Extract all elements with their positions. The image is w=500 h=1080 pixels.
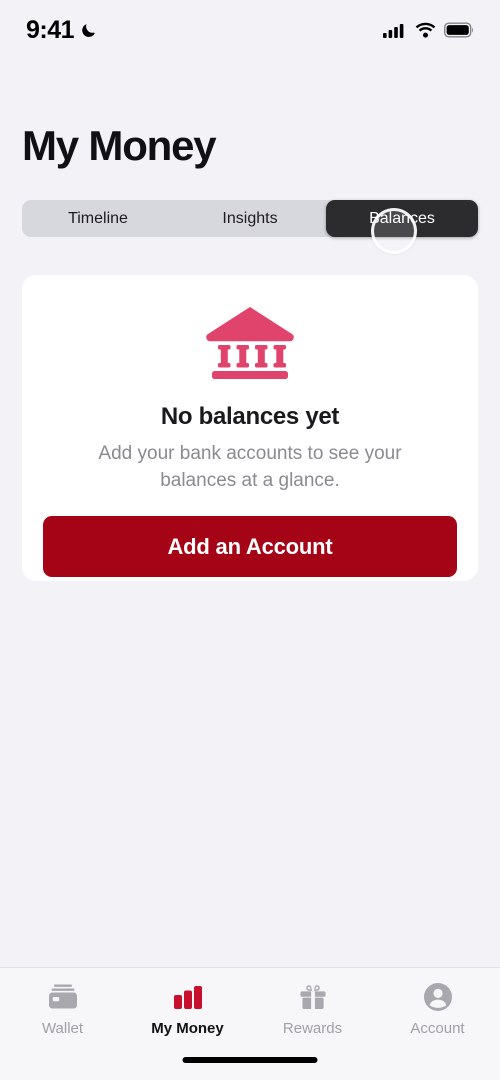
person-circle-icon <box>423 981 453 1013</box>
page-title: My Money <box>22 122 217 169</box>
empty-state-subtitle: Add your bank accounts to see your balan… <box>98 443 402 491</box>
tab-bar-label-rewards: Rewards <box>282 1020 343 1037</box>
tab-insights[interactable]: Insights <box>174 200 326 237</box>
tab-bar-label-wallet: Wallet <box>41 1020 84 1037</box>
gift-icon <box>298 981 328 1013</box>
status-bar-clock: 9:41 <box>26 15 75 44</box>
bottom-tab-bar: Wallet My Money Rewards Account <box>0 967 500 1080</box>
balances-empty-state-card: No balances yet Add your bank accounts t… <box>22 275 478 581</box>
tab-bar-item-rewards[interactable]: Rewards <box>250 968 375 1037</box>
bank-icon <box>206 307 294 379</box>
wallet-card-icon <box>47 981 79 1013</box>
tab-bar-label-account: Account <box>410 1020 465 1037</box>
home-indicator[interactable] <box>182 1057 318 1063</box>
battery-icon <box>444 22 474 38</box>
wifi-icon <box>415 22 436 38</box>
status-bar-left: 9:41 <box>26 16 98 45</box>
touch-ring-indicator <box>371 208 417 254</box>
tab-bar-item-account[interactable]: Account <box>375 968 500 1037</box>
moon-icon <box>82 24 95 37</box>
tab-bar-item-my-money[interactable]: My Money <box>125 968 250 1037</box>
tab-timeline[interactable]: Timeline <box>22 200 174 237</box>
tab-bar-label-my-money: My Money <box>151 1020 224 1037</box>
status-bar-right <box>383 22 474 38</box>
status-bar: 9:41 <box>0 0 500 60</box>
bar-chart-icon <box>172 981 204 1013</box>
empty-state-title: No balances yet <box>160 403 340 430</box>
tab-bar-item-wallet[interactable]: Wallet <box>0 968 125 1037</box>
add-an-account-button[interactable]: Add an Account <box>43 516 457 577</box>
cellular-signal-icon <box>383 24 404 38</box>
